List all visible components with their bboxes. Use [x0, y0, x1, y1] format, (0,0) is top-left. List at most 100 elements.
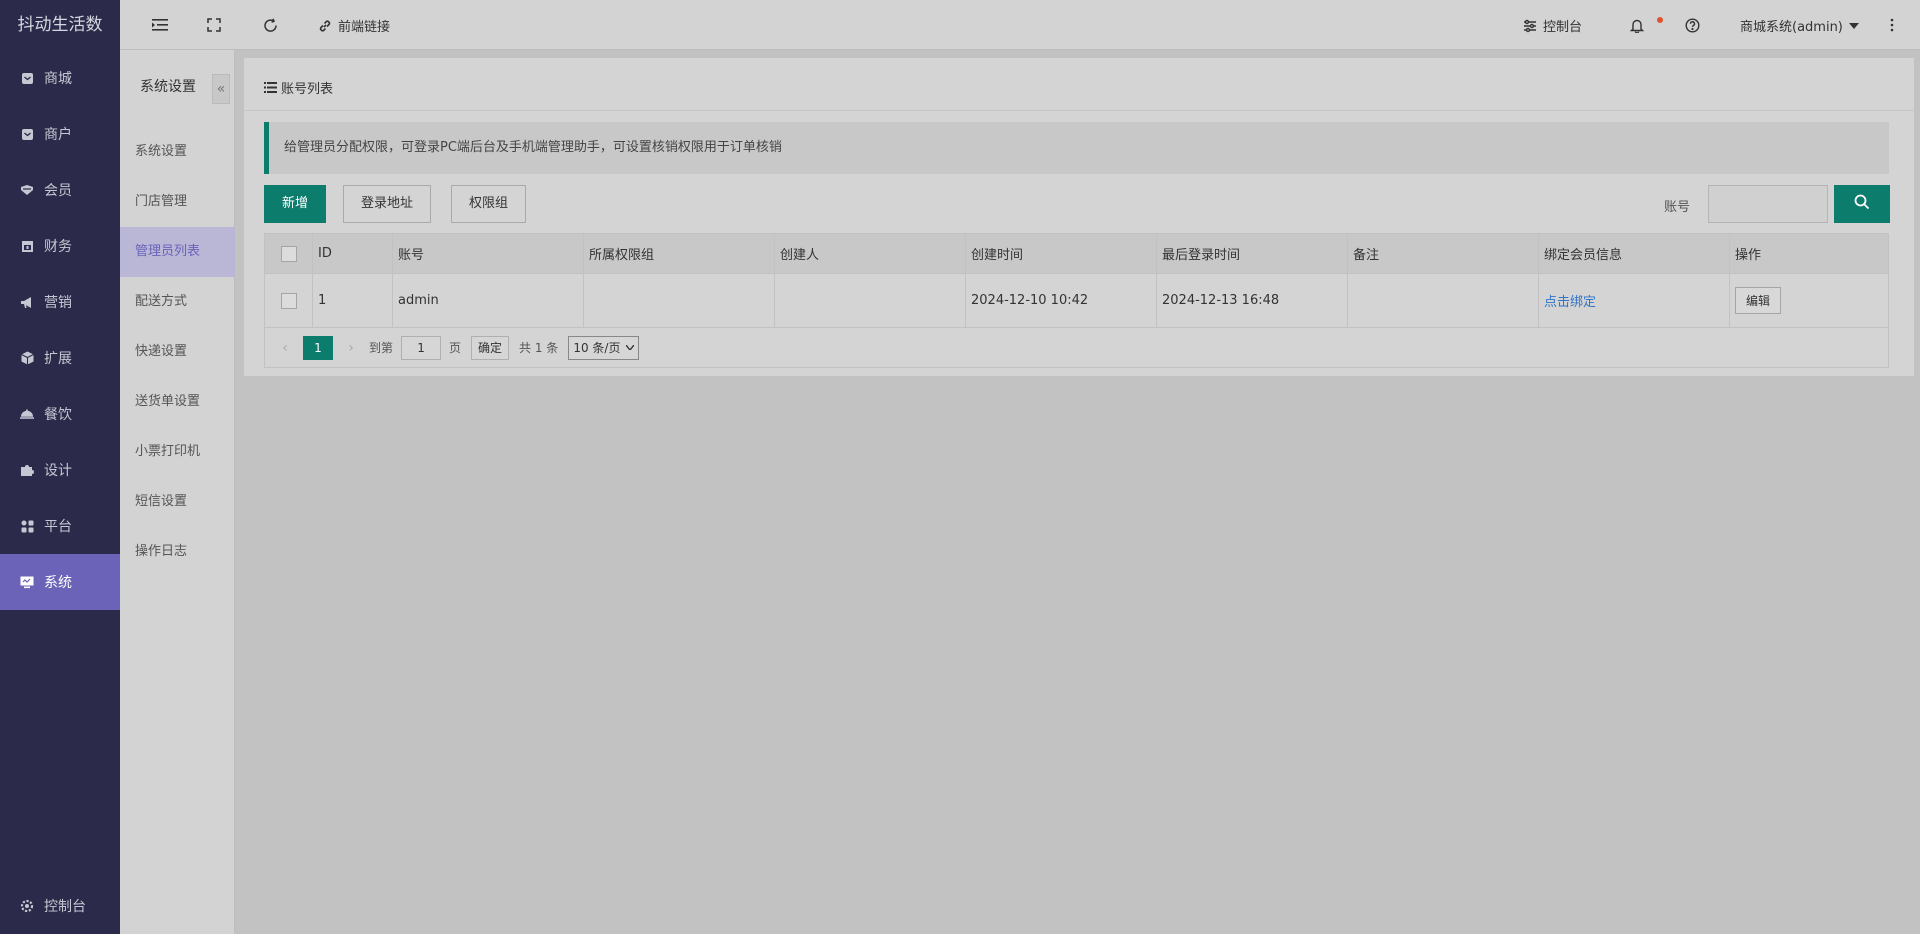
member-icon [20, 183, 34, 197]
col-action: 操作 [1729, 233, 1889, 274]
merchant-icon [20, 127, 34, 141]
panel-title: 账号列表 [264, 78, 333, 97]
sidebar-item-label: 平台 [44, 519, 72, 535]
user-name: 商城系统(admin) [1740, 20, 1843, 35]
brand-logo: 抖动生活数 [17, 15, 103, 35]
caret-down-icon [1848, 22, 1859, 29]
subnav-item-8[interactable]: 操作日志 [120, 527, 235, 577]
link-icon [318, 19, 332, 33]
cell-action: 编辑 [1729, 273, 1889, 328]
subnav-title: 系统设置 [140, 79, 196, 95]
select-all-cell [264, 233, 313, 274]
chevron-down-icon [626, 345, 635, 350]
cell-account: admin [392, 273, 584, 328]
select-all-checkbox[interactable] [280, 245, 297, 262]
col-bind-member: 绑定会员信息 [1538, 233, 1730, 274]
subnav-item-7[interactable]: 短信设置 [120, 477, 235, 527]
sidebar-item-0[interactable]: 商城 [0, 50, 120, 106]
console-button[interactable]: 控制台 [1523, 16, 1582, 35]
sidebar-item-1[interactable]: 商户 [0, 106, 120, 162]
sidebar-item-6[interactable]: 餐饮 [0, 386, 120, 442]
monitor-icon [20, 575, 34, 589]
sidebar-item-label: 设计 [44, 463, 72, 479]
sidebar-item-4[interactable]: 营销 [0, 274, 120, 330]
gear-icon [20, 899, 34, 913]
col-last-login: 最后登录时间 [1156, 233, 1348, 274]
sidebar-item-7[interactable]: 设计 [0, 442, 120, 498]
sidebar-item-5[interactable]: 扩展 [0, 330, 120, 386]
cell-bind-member: 点击绑定 [1538, 273, 1730, 328]
finance-icon [20, 239, 34, 253]
total-count: 共 1 条 [519, 341, 559, 355]
page-size-select[interactable]: 10 条/页 [568, 335, 640, 360]
subnav-item-3[interactable]: 配送方式 [120, 277, 235, 327]
row-checkbox[interactable] [280, 292, 297, 309]
col-id: ID [312, 233, 393, 274]
search-label: 账号 [1664, 200, 1691, 215]
page-size-value: 10 条/页 [573, 341, 621, 355]
cube-icon [20, 351, 34, 365]
sidebar-item-label: 商户 [44, 127, 72, 143]
table-row: 1 admin 2024-12-10 10:42 2024-12-13 16:4… [264, 273, 1889, 328]
sidebar-item-label: 系统 [44, 575, 72, 591]
content-panel: 账号列表 给管理员分配权限，可登录PC端后台及手机端管理助手，可设置核销权限用于… [244, 58, 1914, 376]
col-account: 账号 [392, 233, 584, 274]
notice-banner: 给管理员分配权限，可登录PC端后台及手机端管理助手，可设置核销权限用于订单核销 [264, 122, 1889, 174]
refresh-icon[interactable] [260, 15, 280, 35]
user-menu[interactable]: 商城系统(admin) [1740, 16, 1859, 35]
add-button[interactable]: 新增 [264, 185, 327, 223]
bell-icon[interactable] [1627, 15, 1647, 35]
search-icon [1854, 194, 1870, 214]
frontend-link-label: 前端链接 [338, 20, 391, 35]
puzzle-icon [20, 463, 34, 477]
search-button[interactable] [1834, 185, 1890, 223]
next-page-icon[interactable]: › [341, 340, 361, 356]
edit-button[interactable]: 编辑 [1735, 287, 1782, 314]
prev-page-icon[interactable]: ‹ [275, 340, 295, 356]
sub-sidebar: 系统设置 系统设置 门店管理 管理员列表 配送方式 快递设置 送货单设置 小票打印机 短信设置… [120, 0, 235, 934]
more-icon[interactable] [1882, 15, 1902, 35]
current-page[interactable]: 1 [303, 335, 333, 360]
sidebar-item-label: 扩展 [44, 351, 72, 367]
collapse-subnav-button[interactable]: « [212, 74, 230, 104]
sidebar-console-button[interactable]: 控制台 [0, 878, 120, 934]
goto-confirm-button[interactable]: 确定 [471, 335, 510, 360]
sidebar-item-label: 财务 [44, 239, 72, 255]
search-input[interactable] [1708, 185, 1828, 223]
table-header-row: ID 账号 所属权限组 创建人 创建时间 最后登录时间 备注 绑定会员信息 操作 [264, 233, 1889, 274]
subnav-item-2[interactable]: 管理员列表 [120, 227, 235, 277]
col-permission-group: 所属权限组 [583, 233, 775, 274]
cell-last-login: 2024-12-13 16:48 [1156, 273, 1348, 328]
pagination: ‹ 1 › 到第 1 页 确定 共 1 条 10 条/页 [264, 328, 1889, 368]
sidebar-item-9[interactable]: 系统 [0, 554, 120, 610]
subnav-item-0[interactable]: 系统设置 [120, 127, 235, 177]
col-note: 备注 [1347, 233, 1539, 274]
sidebar-item-2[interactable]: 会员 [0, 162, 120, 218]
sidebar-item-3[interactable]: 财务 [0, 218, 120, 274]
permission-group-button[interactable]: 权限组 [451, 185, 527, 223]
row-select-cell [264, 273, 313, 328]
bind-member-link[interactable]: 点击绑定 [1544, 295, 1596, 310]
grid-icon [20, 519, 34, 533]
goto-suffix: 页 [449, 341, 462, 355]
sidebar-item-8[interactable]: 平台 [0, 498, 120, 554]
cell-id: 1 [312, 273, 393, 328]
menu-toggle-icon[interactable] [150, 15, 170, 35]
sidebar-item-label: 会员 [44, 183, 72, 199]
cell-permission-group [583, 273, 775, 328]
sidebar-console-label: 控制台 [44, 899, 86, 915]
frontend-link-button[interactable]: 前端链接 [318, 16, 390, 35]
subnav-item-4[interactable]: 快递设置 [120, 327, 235, 377]
cell-created-time: 2024-12-10 10:42 [965, 273, 1157, 328]
login-url-button[interactable]: 登录地址 [343, 185, 432, 223]
goto-page-input[interactable]: 1 [401, 335, 442, 360]
subnav-item-6[interactable]: 小票打印机 [120, 427, 235, 477]
cell-note [1347, 273, 1539, 328]
fullscreen-icon[interactable] [204, 15, 224, 35]
subnav-item-5[interactable]: 送货单设置 [120, 377, 235, 427]
sidebar-item-label: 营销 [44, 295, 72, 311]
sidebar-item-label: 商城 [44, 71, 72, 87]
help-icon[interactable] [1682, 15, 1702, 35]
subnav-item-1[interactable]: 门店管理 [120, 177, 235, 227]
col-creator: 创建人 [774, 233, 966, 274]
